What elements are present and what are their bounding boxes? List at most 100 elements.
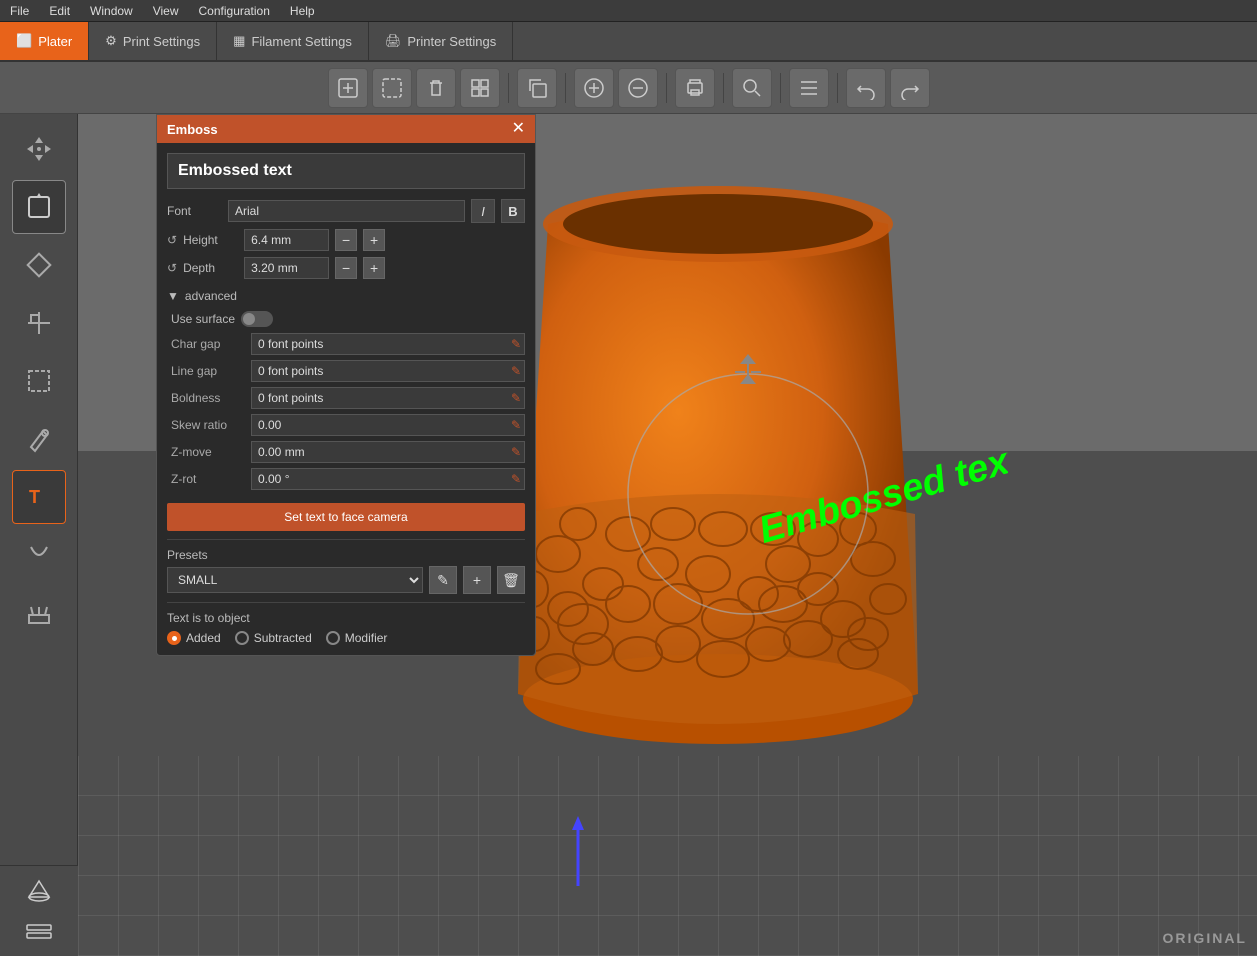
char-gap-input-wrap: ✎ (251, 333, 525, 355)
z-axis-arrow (568, 816, 588, 896)
z-move-row: Z-move ✎ (171, 441, 525, 463)
emboss-header: Emboss ✕ (157, 115, 535, 143)
sidebar-seam[interactable] (12, 528, 66, 582)
plater-icon: ⬜ (16, 33, 32, 49)
z-rot-input[interactable] (251, 468, 525, 490)
redo-btn[interactable] (890, 68, 930, 108)
watermark: ORIGINAL (1163, 930, 1247, 946)
line-gap-row: Line gap ✎ (171, 360, 525, 382)
toolbar (0, 62, 1257, 114)
depth-input[interactable] (244, 257, 329, 279)
advanced-content: Use surface Char gap ✎ Line gap (167, 311, 525, 490)
skew-ratio-row: Skew ratio ✎ (171, 414, 525, 436)
presets-section: Presets SMALL ✎ + 🗑 (167, 539, 525, 594)
depth-plus-btn[interactable]: + (363, 257, 385, 279)
filament-icon: ▦ (233, 33, 245, 49)
sidebar-fdm[interactable] (12, 586, 66, 640)
presets-add-btn[interactable]: + (463, 566, 491, 594)
sidebar-cut[interactable] (12, 354, 66, 408)
bold-button[interactable]: B (501, 199, 525, 223)
delete-btn[interactable] (416, 68, 456, 108)
emboss-panel-title: Emboss (167, 122, 218, 137)
presets-select[interactable]: SMALL (167, 567, 423, 593)
depth-reset-icon[interactable]: ↺ (167, 261, 177, 275)
boldness-edit-icon[interactable]: ✎ (511, 391, 521, 405)
sidebar-emboss[interactable]: T (12, 470, 66, 524)
add-object-btn[interactable] (328, 68, 368, 108)
char-gap-row: Char gap ✎ (171, 333, 525, 355)
emboss-close-button[interactable]: ✕ (512, 121, 525, 137)
viewport[interactable]: Embossed text ORIGINAL Emboss ✕ (78, 114, 1257, 956)
depth-label: Depth (183, 261, 238, 275)
z-rot-edit-icon[interactable]: ✎ (511, 472, 521, 486)
z-move-input[interactable] (251, 441, 525, 463)
menu-configuration[interactable]: Configuration (189, 2, 280, 20)
tab-printer-settings[interactable]: 🖨 Printer Settings (369, 22, 513, 60)
sidebar-paint[interactable] (12, 412, 66, 466)
tab-filament-settings[interactable]: ▦ Filament Settings (217, 22, 369, 60)
skew-ratio-input[interactable] (251, 414, 525, 436)
sidebar-move[interactable] (12, 122, 66, 176)
use-surface-label: Use surface (171, 312, 235, 326)
menu-window[interactable]: Window (80, 2, 143, 20)
align-btn[interactable] (789, 68, 829, 108)
bottom-sidebar (0, 865, 78, 956)
use-surface-toggle[interactable] (241, 311, 273, 327)
z-move-input-wrap: ✎ (251, 441, 525, 463)
tab-plater[interactable]: ⬜ Plater (0, 22, 89, 60)
undo-btn[interactable] (846, 68, 886, 108)
tab-print-settings[interactable]: ⚙ Print Settings (89, 22, 217, 60)
radio-added[interactable]: Added (167, 631, 221, 645)
arrange-btn[interactable] (460, 68, 500, 108)
skew-edit-icon[interactable]: ✎ (511, 418, 521, 432)
search-btn[interactable] (732, 68, 772, 108)
add-part-btn[interactable] (574, 68, 614, 108)
menu-help[interactable]: Help (280, 2, 325, 20)
emboss-panel-body: Embossed text Font I B ↺ Height − + (157, 143, 535, 655)
depth-minus-btn[interactable]: − (335, 257, 357, 279)
menu-edit[interactable]: Edit (39, 2, 80, 20)
sidebar-select[interactable] (12, 180, 66, 234)
copy-btn[interactable] (517, 68, 557, 108)
height-row: ↺ Height − + (167, 229, 525, 251)
font-row: Font I B (167, 199, 525, 223)
presets-delete-btn[interactable]: 🗑 (497, 566, 525, 594)
remove-part-btn[interactable] (618, 68, 658, 108)
printer-btn[interactable] (675, 68, 715, 108)
sidebar-3d-view[interactable] (12, 870, 66, 910)
advanced-section-header[interactable]: ▼ advanced (167, 285, 525, 307)
sidebar-scale[interactable] (12, 296, 66, 350)
tabbar: ⬜ Plater ⚙ Print Settings ▦ Filament Set… (0, 22, 1257, 62)
select-btn[interactable] (372, 68, 412, 108)
char-gap-label: Char gap (171, 337, 251, 351)
radio-modifier[interactable]: Modifier (326, 631, 388, 645)
z-move-edit-icon[interactable]: ✎ (511, 445, 521, 459)
left-sidebar: T (0, 114, 78, 956)
sidebar-layers[interactable] (12, 912, 66, 952)
boldness-input[interactable] (251, 387, 525, 409)
menu-file[interactable]: File (0, 2, 39, 20)
height-label: Height (183, 233, 238, 247)
height-minus-btn[interactable]: − (335, 229, 357, 251)
radio-modifier-circle (326, 631, 340, 645)
height-reset-icon[interactable]: ↺ (167, 233, 177, 247)
presets-edit-btn[interactable]: ✎ (429, 566, 457, 594)
set-text-face-camera-button[interactable]: Set text to face camera (167, 503, 525, 531)
font-label: Font (167, 204, 222, 218)
line-gap-edit-icon[interactable]: ✎ (511, 364, 521, 378)
char-gap-edit-icon[interactable]: ✎ (511, 337, 521, 351)
use-surface-row: Use surface (171, 311, 525, 327)
tab-printer-label: Printer Settings (407, 34, 496, 49)
radio-subtracted[interactable]: Subtracted (235, 631, 312, 645)
height-input[interactable] (244, 229, 329, 251)
embossed-text-field[interactable]: Embossed text (167, 153, 525, 189)
line-gap-input[interactable] (251, 360, 525, 382)
italic-button[interactable]: I (471, 199, 495, 223)
sidebar-rotate[interactable] (12, 238, 66, 292)
print-settings-icon: ⚙ (105, 33, 117, 49)
font-input[interactable] (228, 200, 465, 222)
line-gap-input-wrap: ✎ (251, 360, 525, 382)
height-plus-btn[interactable]: + (363, 229, 385, 251)
char-gap-input[interactable] (251, 333, 525, 355)
menu-view[interactable]: View (143, 2, 189, 20)
